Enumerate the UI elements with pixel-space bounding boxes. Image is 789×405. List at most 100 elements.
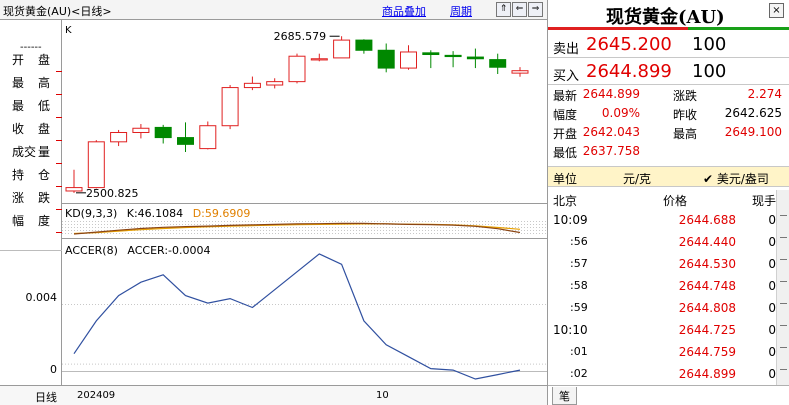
stat-row: 最低 2637.758 — [548, 144, 789, 163]
candle-body — [199, 125, 217, 150]
tick-hand: 0 — [768, 367, 776, 381]
kd-label: KD(9,3,3) K:46.1084 D:59.6909 — [65, 207, 250, 220]
tick-row: 10:10 2644.725 0 — [548, 320, 776, 342]
left-info-char: 跌 — [38, 191, 51, 205]
stat-k: 幅度 — [553, 108, 578, 122]
tick-table-header: 北京 价格 现手 — [548, 190, 776, 209]
candle-body — [355, 39, 373, 51]
unit-value: 元/克 — [623, 172, 652, 186]
buy-price: 2644.899 — [586, 61, 672, 82]
buy-quote-row[interactable]: 买入 2644.899 100 — [548, 59, 789, 85]
tick-hand: 0 — [768, 279, 776, 293]
tick-time: :57 — [570, 257, 588, 270]
stat-row: 开盘 2642.043 最高 2649.100 — [548, 125, 789, 144]
tick-row: :01 2644.759 0 — [548, 342, 776, 364]
min-price-label: 2500.825 — [86, 187, 139, 200]
close-icon[interactable]: × — [769, 3, 784, 18]
buy-label: 买入 — [553, 69, 580, 84]
period-link[interactable]: 周期 — [450, 3, 472, 19]
stat-v2: 2642.625 — [724, 106, 782, 120]
left-info-char: 仓 — [38, 168, 51, 182]
unit-label: 单位 — [553, 172, 578, 186]
col-price: 价格 — [663, 194, 688, 208]
stat-v: 2637.758 — [582, 144, 640, 158]
tick-scrollbar[interactable] — [776, 190, 789, 385]
candle-body — [489, 59, 507, 68]
kd-params: KD(9,3,3) — [65, 207, 117, 220]
usd-oz-checkbox[interactable]: ✔ 美元/盎司 — [703, 170, 769, 187]
candle-body — [266, 81, 284, 86]
tick-row: 10:09 2644.688 0 — [548, 210, 776, 232]
candle-body — [154, 126, 172, 139]
quote-title-bar: 现货黄金(AU) × — [548, 0, 789, 28]
quote-panel: 现货黄金(AU) × 卖出 2645.200 100 买入 2644.899 1… — [547, 0, 789, 405]
tick-time: :56 — [570, 235, 588, 248]
instrument-name: 现货黄金(AU) — [606, 7, 725, 28]
price-chart[interactable]: K 2685.579 2500.825 KD(9,3,3) K:46.1084 … — [62, 20, 547, 385]
sell-qty: 100 — [692, 34, 727, 55]
stat-k: 最新 — [553, 89, 578, 103]
stat-v: 0.09% — [601, 106, 640, 120]
accer-value: ACCER:-0.0004 — [127, 244, 210, 257]
kd-k-value: K:46.1084 — [127, 207, 183, 220]
candle-body — [288, 55, 306, 83]
candle-body — [466, 56, 484, 60]
left-info-char: 最 — [12, 76, 25, 90]
tick-time: :02 — [570, 367, 588, 380]
max-price-label: 2685.579 — [274, 30, 327, 43]
date-axis-label: 202409 — [77, 390, 116, 401]
candle-body — [65, 187, 83, 192]
stat-v: 2644.899 — [582, 87, 640, 101]
col-time: 北京 — [553, 194, 578, 208]
left-info-item: 开盘 — [12, 50, 62, 70]
tick-time: :59 — [570, 301, 588, 314]
arrow-right-icon[interactable]: ⇒ — [528, 2, 543, 17]
sell-price: 2645.200 — [586, 34, 672, 55]
tick-time: :58 — [570, 279, 588, 292]
candle-body — [422, 52, 440, 56]
arrow-left-icon[interactable]: ⇐ — [512, 2, 527, 17]
accer-tick-label: 0.004 — [25, 291, 58, 304]
sell-quote-row[interactable]: 卖出 2645.200 100 — [548, 32, 789, 58]
candle-body — [333, 39, 351, 59]
left-info-item: 幅度 — [12, 211, 62, 231]
tick-price: 2644.808 — [678, 301, 736, 315]
left-info-char: 成交 — [12, 145, 37, 159]
overlay-link[interactable]: 商品叠加 — [382, 3, 426, 19]
date-axis-bar: 日线 202409 10 — [0, 385, 547, 405]
left-info-char: 低 — [38, 99, 51, 113]
tick-row: :57 2644.530 0 — [548, 254, 776, 276]
quote-stats: 最新 2644.899 涨跌 2.274 幅度 0.09% 昨收 2642.625 开盘 2642… — [548, 87, 789, 167]
tick-price: 2644.725 — [678, 323, 736, 337]
stat-v2: 2649.100 — [724, 125, 782, 139]
tick-hand: 0 — [768, 345, 776, 359]
stat-k2: 涨跌 — [673, 89, 698, 103]
left-info-char: 盘 — [38, 122, 51, 136]
left-info-char: 幅 — [12, 214, 25, 228]
candle-body — [177, 137, 194, 145]
sell-label: 卖出 — [553, 42, 580, 57]
tick-time: 10:10 — [553, 323, 588, 337]
stat-k2: 最高 — [673, 127, 698, 141]
stat-row: 幅度 0.09% 昨收 2642.625 — [548, 106, 789, 125]
kd-d-value: D:59.6909 — [193, 207, 251, 220]
candle-body — [511, 70, 529, 74]
candle-body — [310, 58, 328, 61]
tick-hand: 0 — [768, 257, 776, 271]
col-hand: 现手 — [751, 194, 776, 208]
page-up-icon[interactable]: ⇑ — [496, 2, 511, 17]
buy-qty: 100 — [692, 61, 727, 82]
candle-body — [87, 141, 105, 189]
tick-row: :56 2644.440 0 — [548, 232, 776, 254]
tick-price: 2644.688 — [678, 213, 736, 227]
tick-hand: 0 — [768, 235, 776, 249]
chart-title: 现货黄金(AU)<日线> — [3, 5, 112, 18]
tick-price: 2644.759 — [678, 345, 736, 359]
tab-trades[interactable]: 笔 — [552, 387, 577, 405]
left-info-char: 持 — [12, 168, 25, 182]
left-info-item: 持仓 — [12, 165, 62, 185]
stat-k2: 昨收 — [673, 108, 698, 122]
panel-divider — [0, 250, 62, 251]
candle-body — [444, 54, 462, 58]
accer-tick-label: 0 — [50, 363, 57, 376]
